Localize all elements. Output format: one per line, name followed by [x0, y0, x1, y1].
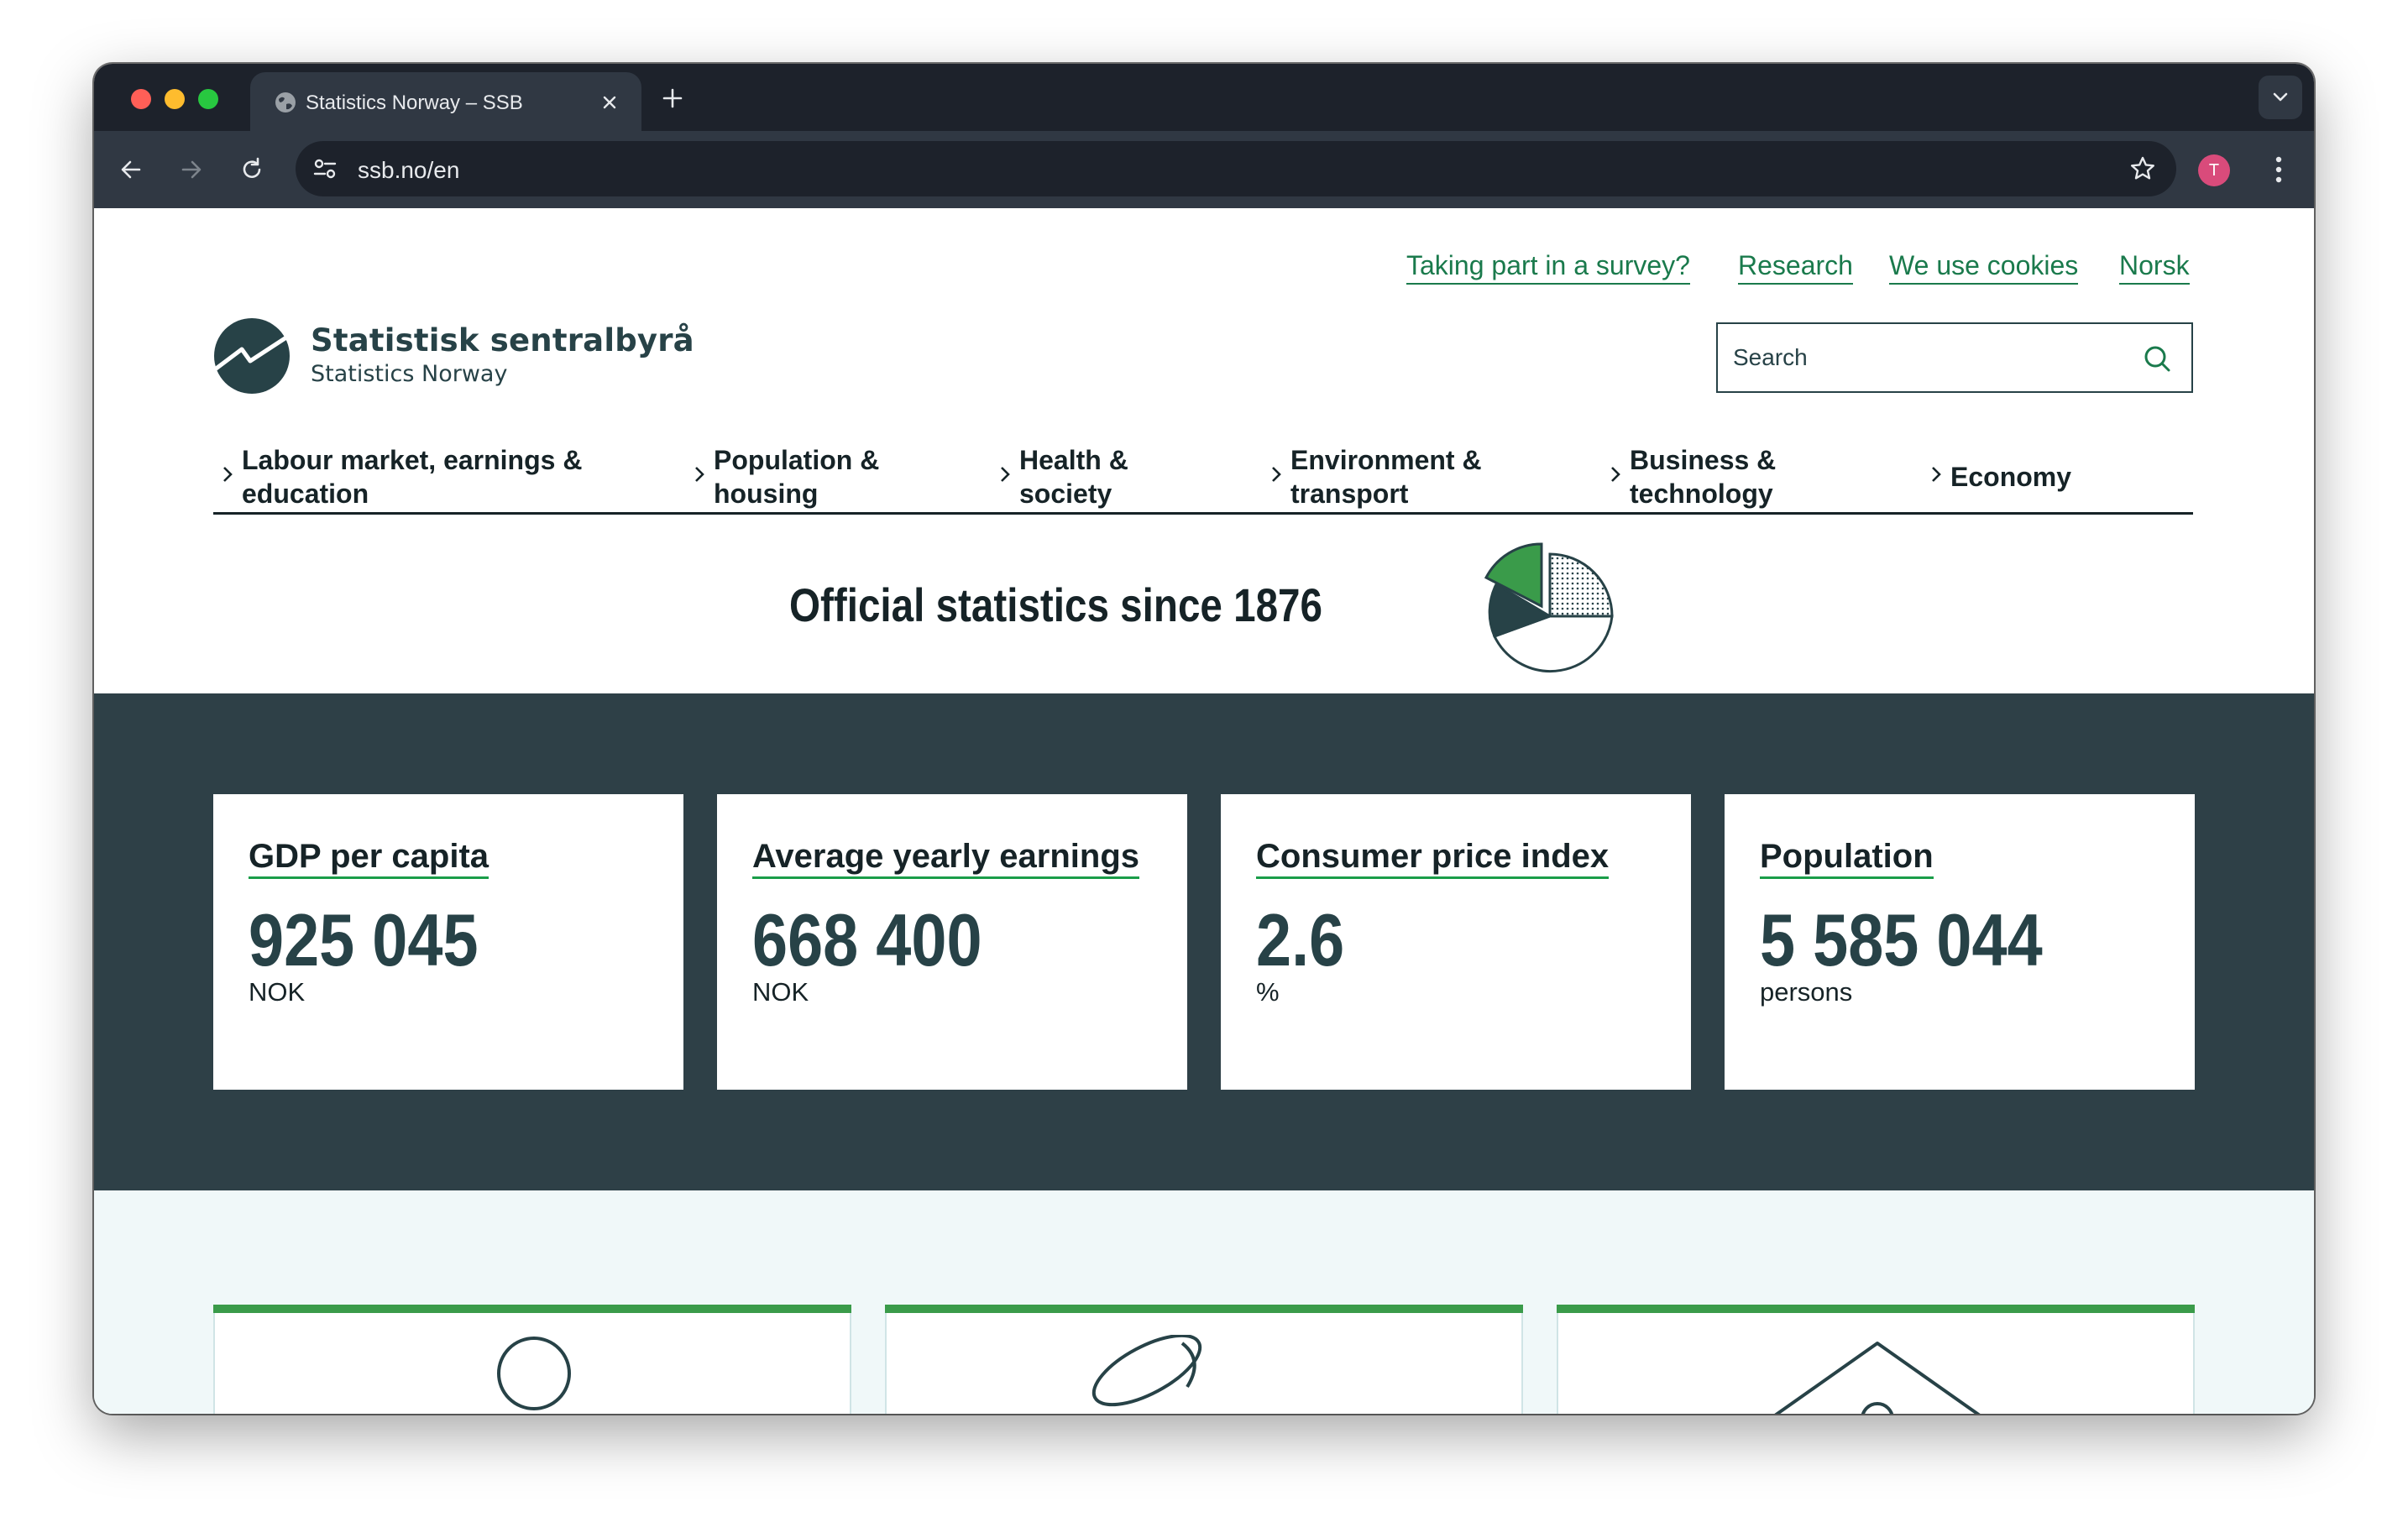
- key-figure-card-cpi[interactable]: Consumer price index 2.6 %: [1221, 794, 1691, 1090]
- highlights-section: [94, 1190, 2314, 1414]
- back-icon[interactable]: [118, 156, 144, 183]
- nav-item-health[interactable]: Health & society: [999, 435, 1167, 512]
- maximize-window-button[interactable]: [198, 89, 218, 109]
- chevron-right-icon: [1001, 467, 1010, 482]
- globe-icon: [275, 92, 296, 112]
- search-icon[interactable]: [2143, 344, 2171, 373]
- bookmark-star-icon[interactable]: [2129, 155, 2156, 182]
- chevron-right-icon: [1611, 467, 1620, 482]
- person-icon: [497, 1337, 571, 1410]
- coin-icon: [1091, 1335, 1202, 1407]
- active-tab[interactable]: Statistics Norway – SSB: [250, 72, 641, 131]
- nav-label: Labour market, earnings & education: [242, 445, 583, 509]
- nav-item-economy[interactable]: Economy: [1930, 435, 2098, 512]
- close-tab-icon[interactable]: [601, 94, 618, 111]
- tile-accent-bar: [213, 1305, 851, 1313]
- key-figure-card-population[interactable]: Population 5 585 044 persons: [1725, 794, 2195, 1090]
- ssb-logo-icon[interactable]: [213, 317, 291, 395]
- card-title[interactable]: Population: [1760, 838, 1934, 879]
- highlight-tile-2[interactable]: [885, 1305, 1523, 1414]
- new-tab-icon[interactable]: [662, 87, 683, 109]
- pie-chart-icon: [1484, 542, 1614, 672]
- profile-avatar[interactable]: T: [2198, 154, 2230, 186]
- chevron-down-icon: [2273, 92, 2288, 102]
- chevron-right-icon: [223, 467, 233, 482]
- card-value: 925 045: [249, 898, 479, 981]
- card-unit: NOK: [752, 977, 809, 1007]
- card-title[interactable]: GDP per capita: [249, 838, 489, 879]
- nav-label: Health & society: [1019, 445, 1128, 509]
- tile-accent-bar: [1557, 1305, 2195, 1313]
- card-unit: persons: [1760, 977, 1853, 1007]
- chevron-right-icon: [1932, 467, 1941, 482]
- card-value: 2.6: [1256, 898, 1345, 981]
- highlight-tile-3[interactable]: [1557, 1305, 2195, 1414]
- nav-item-population[interactable]: Population & housing: [694, 435, 912, 512]
- tab-bar: Statistics Norway – SSB: [94, 64, 2314, 131]
- search-input[interactable]: [1733, 336, 2128, 379]
- nav-label: Business & technology: [1630, 445, 1777, 509]
- link-cookies[interactable]: We use cookies: [1889, 250, 2079, 285]
- hero-title: Official statistics since 1876: [789, 578, 1323, 631]
- tab-title: Statistics Norway – SSB: [306, 92, 523, 114]
- browser-toolbar: ssb.no/en T: [94, 131, 2314, 208]
- card-unit: NOK: [249, 977, 306, 1007]
- card-title[interactable]: Average yearly earnings: [752, 838, 1139, 879]
- nav-label: Environment & transport: [1290, 445, 1482, 509]
- forward-icon[interactable]: [178, 156, 205, 183]
- link-norsk[interactable]: Norsk: [2119, 250, 2190, 285]
- link-research[interactable]: Research: [1738, 250, 1853, 285]
- search-box: [1716, 322, 2193, 393]
- close-window-button[interactable]: [131, 89, 151, 109]
- brand-title[interactable]: Statistisk sentralbyrå: [311, 322, 694, 358]
- card-value: 668 400: [752, 898, 982, 981]
- address-bar[interactable]: ssb.no/en: [296, 141, 2176, 196]
- chevron-right-icon: [695, 467, 704, 482]
- nav-item-labour[interactable]: Labour market, earnings & education: [222, 435, 658, 512]
- page-viewport: Taking part in a survey? Research We use…: [94, 208, 2314, 1414]
- highlight-tile-1[interactable]: [213, 1305, 851, 1414]
- reload-icon[interactable]: [238, 156, 265, 183]
- minimize-window-button[interactable]: [165, 89, 185, 109]
- nav-item-environment[interactable]: Environment & transport: [1270, 435, 1505, 512]
- card-unit: %: [1256, 977, 1280, 1007]
- card-value: 5 585 044: [1760, 898, 2043, 981]
- tab-search-button[interactable]: [2259, 76, 2302, 119]
- brand-subtitle: Statistics Norway: [311, 361, 508, 387]
- key-figure-card-earnings[interactable]: Average yearly earnings 668 400 NOK: [717, 794, 1187, 1090]
- link-survey[interactable]: Taking part in a survey?: [1406, 250, 1690, 285]
- menu-kebab-icon[interactable]: [2274, 154, 2284, 185]
- key-figure-card-gdp[interactable]: GDP per capita 925 045 NOK: [213, 794, 683, 1090]
- browser-window: Statistics Norway – SSB ssb.no/en T Taki…: [94, 64, 2314, 1414]
- tile-accent-bar: [885, 1305, 1523, 1313]
- nav-item-business[interactable]: Business & technology: [1610, 435, 1828, 512]
- key-figures-section: GDP per capita 925 045 NOK Average yearl…: [94, 693, 2314, 1190]
- house-icon: [1774, 1342, 1981, 1414]
- site-settings-icon[interactable]: [312, 157, 338, 180]
- chevron-right-icon: [1272, 467, 1281, 482]
- url-text: ssb.no/en: [358, 157, 460, 183]
- nav-label: Population & housing: [714, 445, 880, 509]
- nav-label: Economy: [1950, 462, 2072, 492]
- card-title[interactable]: Consumer price index: [1256, 838, 1610, 879]
- main-nav: Labour market, earnings & education Popu…: [213, 435, 2193, 515]
